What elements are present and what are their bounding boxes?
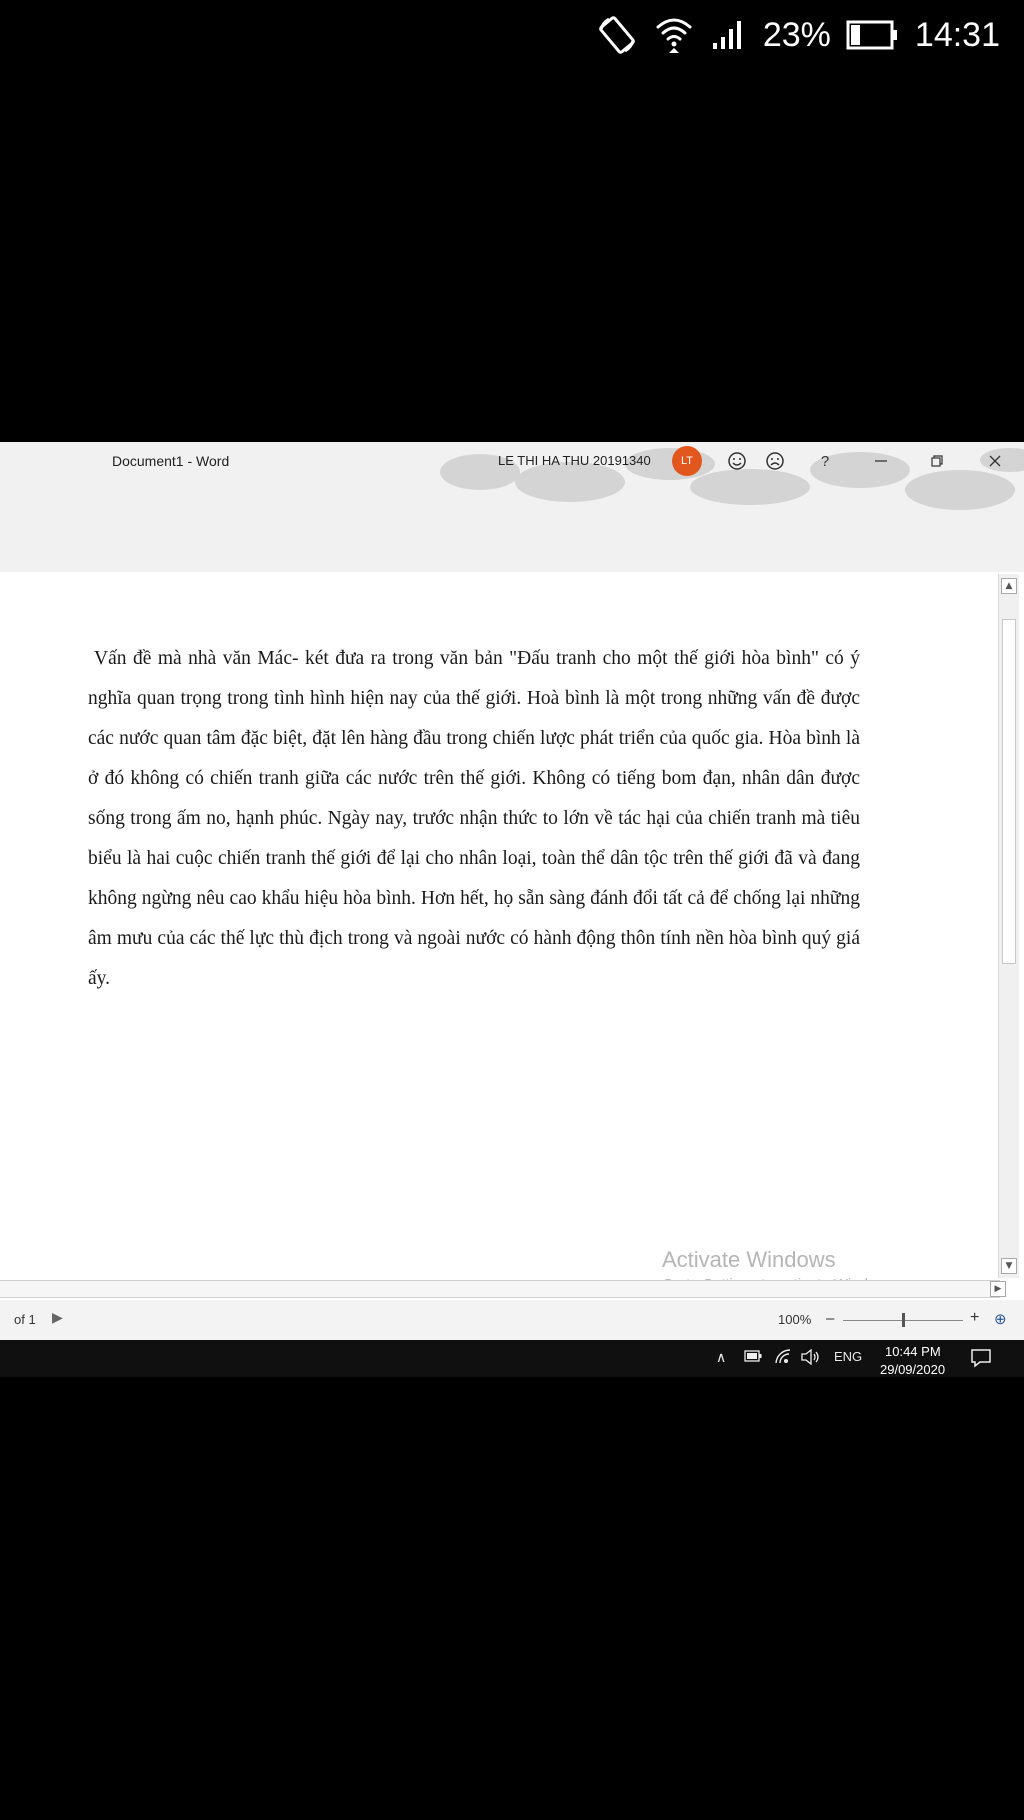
help-button[interactable]: ? xyxy=(810,446,840,476)
minimize-button[interactable] xyxy=(866,446,896,476)
zoom-percent[interactable]: 100% xyxy=(778,1312,811,1327)
smile-feedback-icon[interactable] xyxy=(722,446,752,476)
close-button[interactable] xyxy=(980,446,1010,476)
taskbar-clock-time[interactable]: 10:44 PM xyxy=(885,1344,941,1359)
phone-clock: 14:31 xyxy=(914,15,1000,54)
signal-icon xyxy=(709,15,749,55)
watermark-line1: Activate Windows xyxy=(662,1247,836,1272)
tray-overflow-icon[interactable]: ∧ xyxy=(716,1349,726,1366)
page-counter[interactable]: of 1 xyxy=(14,1312,36,1327)
scroll-down-icon[interactable]: ▼ xyxy=(1001,1258,1017,1274)
zoom-in-button[interactable]: + xyxy=(970,1309,979,1327)
notification-icon[interactable] xyxy=(970,1348,992,1373)
taskbar-clock-date[interactable]: 29/09/2020 xyxy=(880,1362,945,1377)
vertical-scrollbar[interactable]: ▲ ▼ xyxy=(998,574,1019,1278)
scroll-right-icon[interactable]: ▶ xyxy=(990,1281,1006,1297)
wifi-icon xyxy=(653,13,695,57)
battery-icon xyxy=(845,17,901,53)
battery-percent: 23% xyxy=(762,15,831,54)
zoom-slider-thumb[interactable] xyxy=(902,1313,905,1327)
wifi-tray-icon[interactable] xyxy=(774,1349,792,1368)
battery-tray-icon[interactable] xyxy=(744,1349,762,1365)
account-name[interactable]: LE THI HA THU 20191340 xyxy=(498,453,651,468)
restore-button[interactable] xyxy=(922,446,952,476)
next-page-icon[interactable]: ▶ xyxy=(52,1309,63,1326)
horizontal-scrollbar[interactable]: ▶ xyxy=(0,1280,1006,1298)
avatar[interactable]: LT xyxy=(672,446,702,476)
rotate-icon xyxy=(595,13,639,57)
word-title-bar: Document1 - Word LE THI HA THU 20191340 … xyxy=(0,442,1024,572)
phone-status-bar: 23% 14:31 xyxy=(0,0,1024,70)
windows-taskbar: ∧ ENG 10:44 PM 29/09/2020 xyxy=(0,1340,1024,1377)
input-language[interactable]: ENG xyxy=(834,1349,862,1364)
scroll-up-icon[interactable]: ▲ xyxy=(1001,578,1017,594)
zoom-out-button[interactable]: – xyxy=(826,1310,834,1327)
zoom-fit-icon[interactable]: ⊕ xyxy=(994,1310,1007,1328)
frown-feedback-icon[interactable] xyxy=(760,446,790,476)
word-status-bar: of 1 ▶ 100% – + ⊕ xyxy=(0,1300,1024,1340)
document-body-text[interactable]: Vấn đề mà nhà văn Mác- két đưa ra trong … xyxy=(88,639,860,999)
screen: Document1 - Word LE THI HA THU 20191340 … xyxy=(0,442,1024,1377)
scroll-thumb[interactable] xyxy=(1002,619,1016,964)
document-title: Document1 - Word xyxy=(112,453,230,469)
volume-tray-icon[interactable] xyxy=(800,1348,820,1368)
document-page[interactable]: Vấn đề mà nhà văn Mác- két đưa ra trong … xyxy=(0,574,975,1274)
